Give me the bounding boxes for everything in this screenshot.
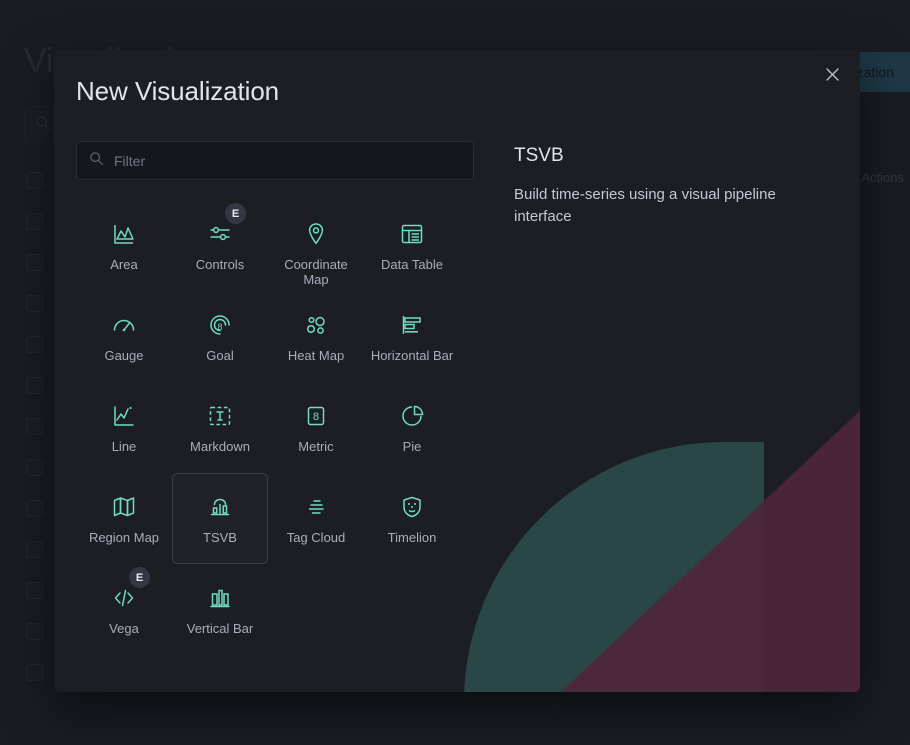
viz-type-label: Heat Map [288, 348, 344, 363]
visualization-type-grid: Area E Controls Coordinate Map Data Table… [76, 200, 480, 655]
markdown-icon [207, 403, 233, 429]
viz-type-label: Coordinate Map [271, 257, 361, 287]
modal-title: New Visualization [76, 76, 279, 107]
timelion-icon [399, 494, 425, 520]
experimental-badge: E [129, 567, 150, 588]
viz-type-label: Horizontal Bar [371, 348, 453, 363]
viz-type-label: Timelion [388, 530, 437, 545]
viz-type-label: Markdown [190, 439, 250, 454]
close-icon [826, 68, 839, 86]
viz-type-label: Tag Cloud [287, 530, 346, 545]
detail-title: TSVB [514, 145, 834, 167]
viz-type-vega[interactable]: E Vega [76, 564, 172, 655]
viz-type-label: Area [110, 257, 137, 272]
close-button[interactable] [818, 63, 846, 91]
viz-type-tag-cloud[interactable]: Tag Cloud [268, 473, 364, 564]
viz-type-label: Line [112, 439, 137, 454]
goal-icon: 8 [207, 312, 233, 338]
tag-cloud-icon [303, 494, 329, 520]
visualization-detail-panel: TSVB Build time-series using a visual pi… [514, 145, 834, 228]
experimental-badge: E [225, 203, 246, 224]
viz-type-goal[interactable]: 8 Goal [172, 291, 268, 382]
viz-type-coordinate-map[interactable]: Coordinate Map [268, 200, 364, 291]
metric-icon: 8 [303, 403, 329, 429]
viz-type-region-map[interactable]: Region Map [76, 473, 172, 564]
vertical-bar-icon [207, 585, 233, 611]
search-icon [89, 151, 104, 171]
viz-type-tsvb[interactable]: TSVB [172, 473, 268, 564]
viz-type-area[interactable]: Area [76, 200, 172, 291]
viz-type-controls[interactable]: E Controls [172, 200, 268, 291]
viz-type-label: Controls [196, 257, 244, 272]
vega-icon [111, 585, 137, 611]
viz-type-timelion[interactable]: Timelion [364, 473, 460, 564]
viz-type-data-table[interactable]: Data Table [364, 200, 460, 291]
viz-type-horizontal-bar[interactable]: Horizontal Bar [364, 291, 460, 382]
screen: Visualizations Create visualization Acti… [0, 0, 910, 745]
viz-type-label: Vertical Bar [187, 621, 253, 636]
pie-chart-icon [399, 403, 425, 429]
viz-type-label: TSVB [203, 530, 237, 545]
viz-type-metric[interactable]: 8 Metric [268, 382, 364, 473]
tsvb-icon [207, 494, 233, 520]
viz-type-vertical-bar[interactable]: Vertical Bar [172, 564, 268, 655]
filter-input[interactable] [114, 142, 473, 179]
viz-type-pie[interactable]: Pie [364, 382, 460, 473]
svg-text:8: 8 [313, 411, 319, 423]
svg-text:8: 8 [217, 322, 222, 332]
detail-description: Build time-series using a visual pipelin… [514, 184, 834, 228]
viz-type-heat-map[interactable]: Heat Map [268, 291, 364, 382]
viz-type-label: Metric [298, 439, 333, 454]
heat-map-icon [303, 312, 329, 338]
viz-type-label: Data Table [381, 257, 443, 272]
viz-type-line[interactable]: Line [76, 382, 172, 473]
viz-type-label: Goal [206, 348, 233, 363]
region-map-icon [111, 494, 137, 520]
map-marker-icon [303, 221, 329, 247]
horizontal-bar-icon [399, 312, 425, 338]
area-chart-icon [111, 221, 137, 247]
new-visualization-modal: New Visualization Area E Controls Coordin… [54, 50, 860, 692]
gauge-icon [111, 312, 137, 338]
viz-type-label: Pie [403, 439, 422, 454]
viz-type-markdown[interactable]: Markdown [172, 382, 268, 473]
viz-type-label: Region Map [89, 530, 159, 545]
viz-type-label: Gauge [104, 348, 143, 363]
controls-icon [207, 221, 233, 247]
line-chart-icon [111, 403, 137, 429]
data-table-icon [399, 221, 425, 247]
filter-field[interactable] [76, 141, 474, 180]
viz-type-label: Vega [109, 621, 139, 636]
viz-type-gauge[interactable]: Gauge [76, 291, 172, 382]
